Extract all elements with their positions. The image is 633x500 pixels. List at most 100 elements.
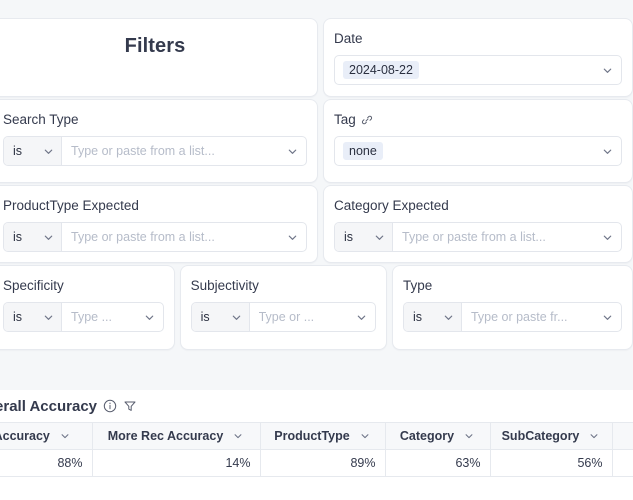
filter-label-type: Type: [403, 278, 622, 294]
operator-label: is: [13, 230, 23, 244]
value-input-category-expected[interactable]: Type or paste from a list...: [393, 223, 621, 251]
filter-label-producttype-expected: ProductType Expected: [3, 198, 307, 214]
value-placeholder: Type or paste fr...: [470, 310, 568, 324]
chevron-down-icon: [443, 312, 454, 323]
chevron-down-icon: [60, 431, 71, 442]
value-input-specificity[interactable]: Type ...: [62, 303, 163, 331]
filter-label-date-text: Date: [334, 31, 363, 46]
operator-select-subjectivity[interactable]: is: [191, 303, 250, 331]
operator-label: is: [344, 230, 354, 244]
value-placeholder: Type or ...: [258, 310, 315, 324]
operator-label: is: [13, 144, 23, 158]
filter-row-1: Search Type is Type or paste from a list…: [0, 99, 633, 183]
filter-label-subjectivity: Subjectivity: [191, 278, 376, 294]
page-title: Filters: [124, 35, 186, 57]
filter-card-type: Type is Type or paste fr...: [391, 265, 633, 350]
cell-accuracy: 88%: [0, 449, 93, 477]
filter-label-search-type: Search Type: [3, 112, 307, 128]
accuracy-table: Accuracy More Rec Accuracy: [0, 422, 633, 477]
chevron-down-icon: [602, 146, 613, 157]
filter-label-subjectivity-text: Subjectivity: [190, 278, 259, 293]
filters-title-card: Filters: [0, 18, 318, 97]
column-header-label: SubCategory: [501, 429, 580, 443]
filter-label-tag-text: Tag: [334, 112, 356, 127]
column-header-overflow[interactable]: [612, 422, 633, 450]
filter-label-specificity-text: Specificity: [3, 278, 64, 293]
chevron-down-icon: [374, 232, 385, 243]
column-header-label: Category: [399, 429, 455, 443]
chevron-down-icon: [287, 232, 298, 243]
cell-category: 63%: [385, 449, 491, 477]
operator-label: is: [200, 310, 210, 324]
filter-row-0: Filters Date 2024-08-22: [0, 18, 633, 97]
chevron-down-icon: [602, 232, 613, 243]
column-header-label: More Rec Accuracy: [107, 429, 224, 443]
column-header-subcategory[interactable]: SubCategory: [490, 422, 613, 450]
filter-control-subjectivity: is Type or ...: [190, 302, 376, 332]
filter-label-category-expected: Category Expected: [334, 198, 622, 214]
results-title: Overall Accuracy: [0, 397, 98, 415]
value-placeholder: Type or paste from a list...: [71, 230, 215, 244]
value-placeholder: Type or paste from a list...: [402, 230, 546, 244]
info-circle-icon[interactable]: [103, 399, 117, 413]
filter-card-specificity: Specificity is Type ...: [0, 265, 175, 350]
filter-control-type: is Type or paste fr...: [402, 302, 622, 332]
table-row: 88% 14% 89% 63% 56%: [0, 449, 633, 477]
filter-label-producttype-expected-text: ProductType Expected: [3, 198, 139, 213]
value-input-producttype-expected[interactable]: Type or paste from a list...: [62, 223, 306, 251]
results-header: Overall Accuracy: [0, 390, 633, 422]
operator-select-search-type[interactable]: is: [4, 137, 62, 165]
cell-subcategory: 56%: [490, 449, 613, 477]
filter-label-specificity: Specificity: [3, 278, 164, 294]
operator-select-producttype-expected[interactable]: is: [4, 223, 62, 251]
chevron-down-icon: [464, 431, 475, 442]
column-header-category[interactable]: Category: [385, 422, 491, 450]
filter-control-specificity: is Type ...: [3, 302, 164, 332]
filter-row-2: ProductType Expected is Type or paste fr…: [0, 185, 633, 263]
filter-label-category-expected-text: Category Expected: [334, 198, 449, 213]
filter-card-search-type: Search Type is Type or paste from a list…: [0, 99, 318, 183]
funnel-filter-icon[interactable]: [123, 399, 137, 413]
operator-select-specificity[interactable]: is: [4, 303, 62, 331]
chevron-down-icon: [43, 146, 54, 157]
tag-select[interactable]: none: [334, 136, 622, 166]
column-header-accuracy[interactable]: Accuracy: [0, 422, 93, 450]
filter-card-date: Date 2024-08-22: [323, 18, 633, 97]
date-select[interactable]: 2024-08-22: [334, 55, 622, 85]
filter-card-subjectivity: Subjectivity is Type or ...: [179, 265, 387, 350]
value-input-search-type[interactable]: Type or paste from a list...: [62, 137, 306, 165]
cell-more-rec-accuracy: 14%: [92, 449, 261, 477]
table-header-row: Accuracy More Rec Accuracy: [0, 422, 633, 450]
chevron-down-icon: [589, 431, 600, 442]
chevron-down-icon: [602, 312, 613, 323]
column-header-label: ProductType: [274, 429, 350, 443]
filter-card-tag: Tag none: [323, 99, 633, 183]
filter-label-date: Date: [334, 31, 622, 47]
value-input-type[interactable]: Type or paste fr...: [462, 303, 621, 331]
chevron-down-icon: [233, 431, 244, 442]
value-placeholder: Type or paste from a list...: [71, 144, 215, 158]
filter-control-producttype-expected: is Type or paste from a list...: [3, 222, 307, 252]
chevron-down-icon: [602, 65, 613, 76]
date-value-pill: 2024-08-22: [343, 61, 419, 79]
tag-value-pill: none: [343, 142, 383, 160]
column-header-more-rec-accuracy[interactable]: More Rec Accuracy: [92, 422, 261, 450]
value-input-subjectivity[interactable]: Type or ...: [250, 303, 375, 331]
filter-card-category-expected: Category Expected is Type or paste from …: [323, 185, 633, 263]
filter-row-3: Specificity is Type ... Subjectivity is …: [0, 265, 633, 350]
chevron-down-icon: [287, 146, 298, 157]
filter-label-tag: Tag: [334, 112, 622, 128]
column-header-label: Accuracy: [0, 429, 50, 443]
value-placeholder: Type ...: [71, 310, 112, 324]
filter-label-type-text: Type: [402, 278, 433, 293]
operator-select-category-expected[interactable]: is: [335, 223, 393, 251]
filter-card-producttype-expected: ProductType Expected is Type or paste fr…: [0, 185, 318, 263]
filter-control-search-type: is Type or paste from a list...: [3, 136, 307, 166]
chevron-down-icon: [231, 312, 242, 323]
results-panel: Overall Accuracy Accuracy: [0, 390, 633, 500]
operator-select-type[interactable]: is: [403, 303, 462, 331]
chevron-down-icon: [356, 312, 367, 323]
cell-producttype: 89%: [260, 449, 386, 477]
cell-overflow: [612, 449, 633, 477]
column-header-producttype[interactable]: ProductType: [260, 422, 386, 450]
